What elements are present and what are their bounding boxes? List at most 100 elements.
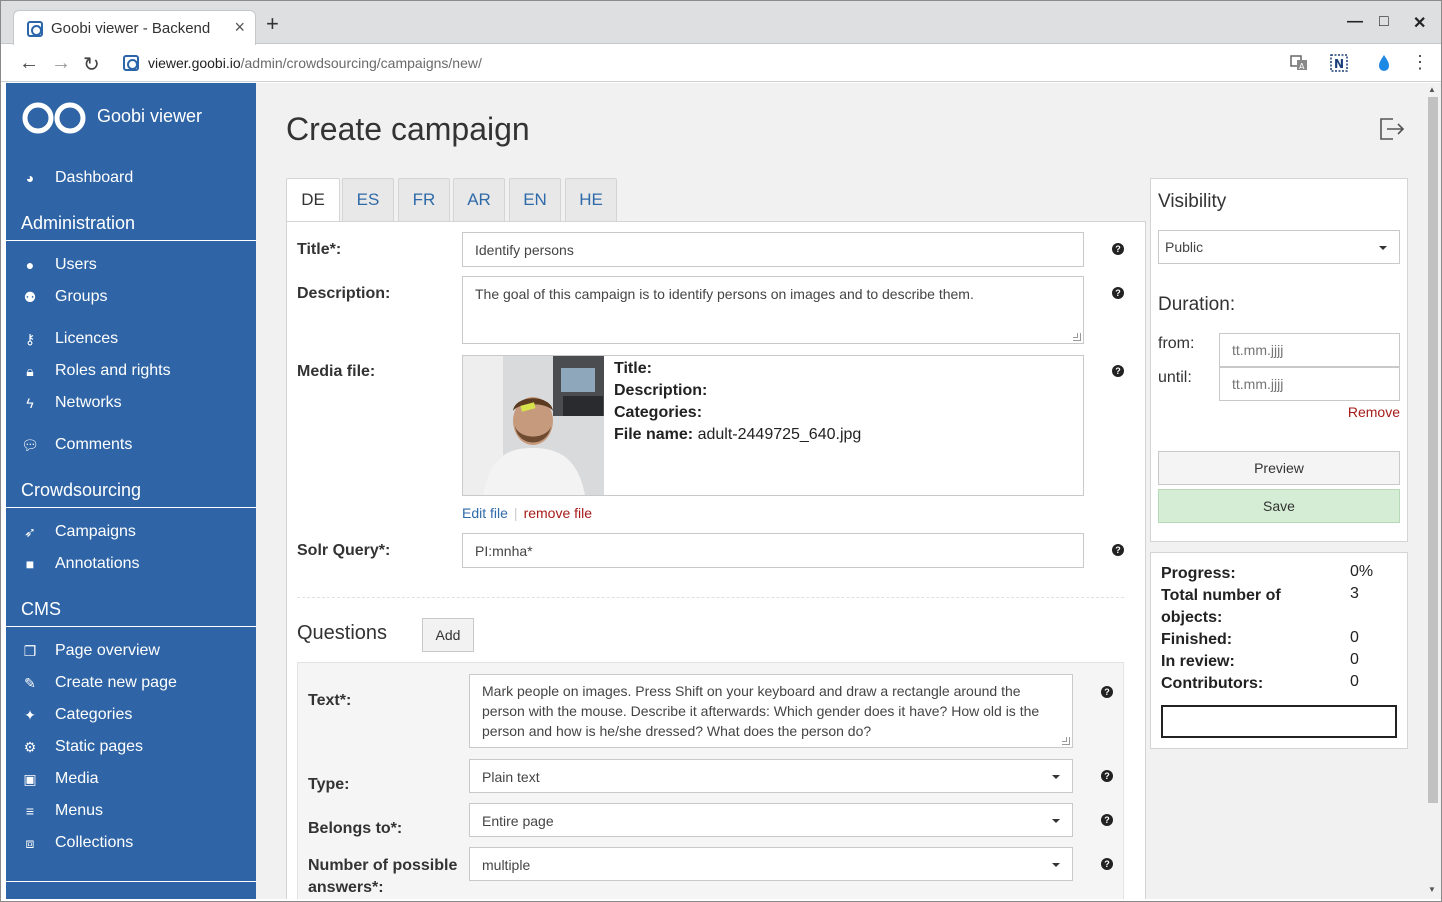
description-text: The goal of this campaign is to identify… xyxy=(475,286,974,302)
tab-en[interactable]: EN xyxy=(509,178,561,222)
tab-de[interactable]: DE xyxy=(286,178,340,222)
back-icon[interactable]: ← xyxy=(19,52,39,75)
lock-icon: 🔒︎ xyxy=(26,363,34,379)
media-file-label: Media file: xyxy=(297,363,376,380)
minimize-icon[interactable]: — xyxy=(1347,13,1363,31)
person-photo-icon xyxy=(463,356,604,495)
scroll-down-icon[interactable]: ▼ xyxy=(1428,885,1436,894)
title-input[interactable]: Identify persons xyxy=(462,232,1084,267)
page-scrollbar[interactable]: ▲ ▼ xyxy=(1424,83,1441,899)
edit-file-link[interactable]: Edit file xyxy=(462,505,508,521)
section-divider xyxy=(297,597,1124,598)
solr-query-input[interactable]: PI:mnha* xyxy=(462,533,1084,568)
sidebar-item-comments[interactable]: 💬︎ Comments xyxy=(6,433,256,461)
help-icon[interactable]: ? xyxy=(1112,365,1124,377)
exit-icon[interactable] xyxy=(1379,117,1405,141)
sidebar-item-label: Comments xyxy=(55,436,133,453)
sidebar-item-menus[interactable]: ≡ Menus xyxy=(6,799,256,827)
question-text-textarea[interactable]: Mark people on images. Press Shift on yo… xyxy=(469,674,1073,748)
description-textarea[interactable]: The goal of this campaign is to identify… xyxy=(462,276,1084,344)
help-icon[interactable]: ? xyxy=(1112,287,1124,299)
media-filename-value: adult-2449725_640.jpg xyxy=(697,426,862,443)
sidebar-item-create-page[interactable]: ✎ Create new page xyxy=(6,671,256,699)
new-tab-button[interactable]: + xyxy=(266,13,279,35)
sidebar-item-users[interactable]: ● Users xyxy=(6,253,256,281)
tab-ar[interactable]: AR xyxy=(453,178,505,222)
browser-window: Goobi viewer - Backend × + — □ ✕ ← → ↻ v… xyxy=(0,0,1442,902)
tab-es[interactable]: ES xyxy=(342,178,394,222)
image-icon: ▣ xyxy=(23,771,37,787)
svg-text:A: A xyxy=(1299,62,1305,71)
tab-close-icon[interactable]: × xyxy=(234,17,245,38)
resize-handle-icon[interactable] xyxy=(1073,333,1081,341)
sidebar-item-groups[interactable]: ⚉ Groups xyxy=(6,285,256,313)
sidebar-item-dashboard[interactable]: ◕ Dashboard xyxy=(6,166,256,194)
scroll-up-icon[interactable]: ▲ xyxy=(1428,85,1436,94)
in-review-label: In review: xyxy=(1161,653,1235,670)
sidebar-item-label: Categories xyxy=(55,706,133,723)
address-bar: ← → ↻ viewer.goobi.io/admin/crowdsourcin… xyxy=(1,45,1441,82)
thumbtack-icon: ✦ xyxy=(24,707,36,723)
tab-title: Goobi viewer - Backend xyxy=(51,20,211,37)
sidebar-item-campaigns[interactable]: ➶ Campaigns xyxy=(6,520,256,548)
answers-count-select[interactable]: multiple xyxy=(469,847,1073,881)
browser-tab[interactable]: Goobi viewer - Backend × xyxy=(13,10,256,45)
sidebar-item-collections[interactable]: ⧈ Collections xyxy=(6,831,256,859)
help-icon[interactable]: ? xyxy=(1101,770,1113,782)
visibility-value: Public xyxy=(1165,239,1204,255)
sidebar-item-categories[interactable]: ✦ Categories xyxy=(6,703,256,731)
media-metadata: Title: Description: Categories: File nam… xyxy=(614,358,861,446)
question-text-label: Text*: xyxy=(308,692,352,709)
browser-tabstrip: Goobi viewer - Backend × + — □ ✕ xyxy=(1,1,1441,45)
campaign-form: Title*: Identify persons ? Description: … xyxy=(286,221,1146,899)
help-icon[interactable]: ? xyxy=(1101,686,1113,698)
sidebar-item-page-overview[interactable]: ❐ Page overview xyxy=(6,639,256,667)
media-categories-key: Categories: xyxy=(614,404,703,421)
media-thumbnail[interactable] xyxy=(463,356,604,495)
translate-icon[interactable]: A xyxy=(1290,54,1308,72)
help-icon[interactable]: ? xyxy=(1101,814,1113,826)
sidebar-item-licences[interactable]: ⚷ Licences xyxy=(6,327,256,355)
question-type-select[interactable]: Plain text xyxy=(469,759,1073,793)
sidebar-item-label: Campaigns xyxy=(55,523,136,540)
tab-fr[interactable]: FR xyxy=(398,178,450,222)
until-date-input[interactable] xyxy=(1219,367,1400,401)
sidebar-item-label: Collections xyxy=(55,834,134,851)
sidebar-item-label: Annotations xyxy=(55,555,140,572)
tab-he[interactable]: HE xyxy=(565,178,617,222)
extension-drop-icon[interactable] xyxy=(1375,54,1393,72)
close-window-icon[interactable]: ✕ xyxy=(1413,13,1426,33)
url-field[interactable]: viewer.goobi.io/admin/crowdsourcing/camp… xyxy=(148,55,482,71)
add-question-button[interactable]: Add xyxy=(422,618,474,652)
help-icon[interactable]: ? xyxy=(1112,544,1124,556)
remove-file-link[interactable]: remove file xyxy=(524,505,592,521)
preview-button[interactable]: Preview xyxy=(1158,451,1400,485)
sidebar-item-annotations[interactable]: ■ Annotations xyxy=(6,552,256,580)
belongs-to-select[interactable]: Entire page xyxy=(469,803,1073,837)
belongs-to-label: Belongs to*: xyxy=(308,820,403,837)
forward-icon[interactable]: → xyxy=(51,52,71,75)
extension-n-icon[interactable]: N xyxy=(1330,54,1348,72)
finished-value: 0 xyxy=(1350,629,1359,646)
visibility-select[interactable]: Public xyxy=(1158,230,1400,264)
help-icon[interactable]: ? xyxy=(1101,858,1113,870)
remove-dates-link[interactable]: Remove xyxy=(1348,404,1400,420)
resize-handle-icon[interactable] xyxy=(1062,737,1070,745)
total-objects-value: 3 xyxy=(1350,585,1359,602)
reload-icon[interactable]: ↻ xyxy=(83,52,100,77)
sidebar-item-static-pages[interactable]: ⚙ Static pages xyxy=(6,735,256,763)
sidebar-item-media[interactable]: ▣ Media xyxy=(6,767,256,795)
scrollbar-thumb[interactable] xyxy=(1428,97,1438,803)
save-button[interactable]: Save xyxy=(1158,489,1400,523)
browser-menu-icon[interactable]: ⋮ xyxy=(1411,52,1429,73)
sidebar-item-label: Media xyxy=(55,770,99,787)
sidebar-item-networks[interactable]: ϟ Networks xyxy=(6,391,256,419)
maximize-icon[interactable]: □ xyxy=(1379,13,1389,31)
media-filename-key: File name: xyxy=(614,426,694,443)
help-icon[interactable]: ? xyxy=(1112,243,1124,255)
contributors-label: Contributors: xyxy=(1161,675,1264,692)
from-date-input[interactable] xyxy=(1219,333,1400,367)
progress-value: 0% xyxy=(1350,563,1374,580)
url-path: /admin/crowdsourcing/campaigns/new/ xyxy=(240,55,482,71)
sidebar-item-roles[interactable]: 🔒︎ Roles and rights xyxy=(6,359,256,387)
